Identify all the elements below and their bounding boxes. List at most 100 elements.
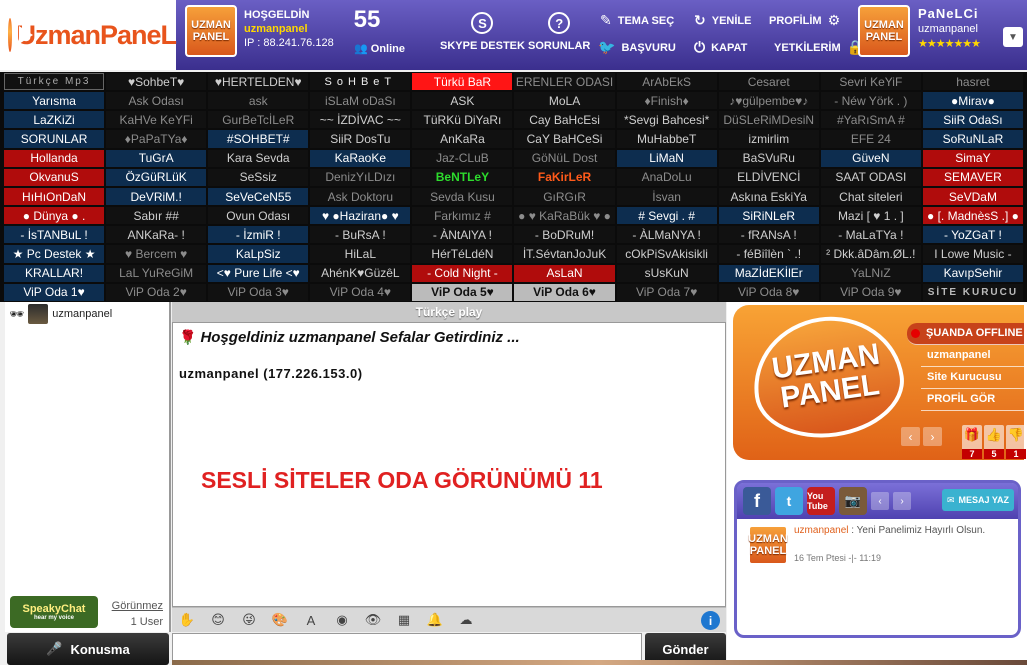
room-item[interactable]: İT.SévtanJoJuK	[514, 245, 615, 263]
room-item[interactable]: DüSLeRiMDesiN	[718, 111, 819, 129]
refresh-button[interactable]: ↻ YENİLE	[694, 12, 751, 29]
room-item[interactable]: ViP Oda 3♥	[208, 283, 309, 301]
chevron-right-icon[interactable]: ›	[923, 427, 942, 446]
room-item[interactable]: # Sevgi . #	[616, 207, 717, 225]
room-item[interactable]: AnKaRa	[412, 130, 513, 148]
room-item[interactable]: YaLNıZ	[820, 264, 921, 282]
like-button[interactable]: 👍 5	[984, 425, 1004, 459]
theme-button[interactable]: ✎ TEMA SEÇ	[600, 12, 674, 29]
info-icon[interactable]: i	[701, 611, 720, 630]
room-item[interactable]: ViP Oda 9♥	[820, 283, 921, 301]
room-item[interactable]: KaHVe KeYFi	[106, 111, 207, 129]
room-item[interactable]: AhénK♥GüzêL	[310, 264, 411, 282]
room-item[interactable]: GüveN	[820, 149, 921, 167]
room-item[interactable]: BeNTLeY	[412, 168, 513, 186]
hand-icon[interactable]: ✋	[178, 612, 196, 628]
room-item[interactable]: KaRaoKe	[310, 149, 411, 167]
room-item[interactable]: - Néw Yörk . )	[820, 92, 921, 110]
problems-button[interactable]: ? SORUNLAR	[528, 12, 590, 52]
room-item[interactable]: ANKaRa- !	[106, 226, 207, 244]
eye-icon[interactable]: 👁	[364, 612, 382, 628]
room-item[interactable]: TuGrA	[106, 149, 207, 167]
room-item[interactable]: *Sevgi Bahcesi*	[616, 111, 717, 129]
view-profile-link[interactable]: PROFİL GÖR	[921, 389, 1024, 411]
panel-avatar[interactable]: UZMAN PANEL	[858, 5, 910, 57]
bell-icon[interactable]: 🔔	[426, 612, 444, 628]
room-item[interactable]: hasret	[922, 73, 1023, 91]
room-item[interactable]: MoLA	[514, 92, 615, 110]
cloud-upload-icon[interactable]: ☁	[457, 612, 475, 628]
room-item[interactable]: Yarısma	[4, 92, 105, 110]
smiley-icon[interactable]: 😊	[209, 612, 227, 628]
room-item[interactable]: ● [. MadnèsS .] ●	[922, 207, 1023, 225]
room-item[interactable]: ~~ İZDİVAC ~~	[310, 111, 411, 129]
room-item[interactable]: ♥ ●Haziran● ♥	[310, 207, 411, 225]
facebook-icon[interactable]: f	[743, 487, 771, 515]
room-item[interactable]: SoRuNLaR	[922, 130, 1023, 148]
room-item[interactable]: ViP Oda 1♥	[4, 283, 105, 301]
room-item[interactable]: KavıpSehir	[922, 264, 1023, 282]
room-item[interactable]: MuHabbeT	[616, 130, 717, 148]
room-item[interactable]: CaY BaHCeSi	[514, 130, 615, 148]
applications-button[interactable]: 🐦 BAŞVURU	[598, 39, 676, 56]
room-item[interactable]: ArAbEkS	[616, 73, 717, 91]
room-item[interactable]: HiLaL	[310, 245, 411, 263]
room-item[interactable]: İsvan	[616, 187, 717, 206]
gift-button[interactable]: 🎁 7	[962, 425, 982, 459]
skype-support-button[interactable]: S SKYPE DESTEK	[440, 12, 525, 52]
room-item[interactable]: FaKirLeR	[514, 168, 615, 186]
room-item[interactable]: - ÀNtAlYA !	[412, 226, 513, 244]
room-item[interactable]: SAAT ODASI	[820, 168, 921, 186]
room-item[interactable]: Jaz-CLuB	[412, 149, 513, 167]
webcam-icon[interactable]: ◉	[333, 612, 351, 628]
room-item[interactable]: SimaY	[922, 149, 1023, 167]
room-item[interactable]: Ask Odası	[106, 92, 207, 110]
room-item[interactable]: - MaLaTYa !	[820, 226, 921, 244]
post-user[interactable]: uzmanpanel	[794, 525, 848, 536]
room-item[interactable]: KaLpSiz	[208, 245, 309, 263]
permissions-button[interactable]: YETKİLERİM 🔒	[774, 39, 864, 56]
room-item[interactable]: #SOHBET#	[208, 130, 309, 148]
room-item[interactable]: ★ Pc Destek ★	[4, 245, 105, 263]
twitter-icon[interactable]: t	[775, 487, 803, 515]
room-item[interactable]: MaZİdEKİlEr	[718, 264, 819, 282]
room-item[interactable]: - YoZGaT !	[922, 226, 1023, 244]
chevron-right-icon[interactable]: ›	[893, 492, 911, 510]
room-item[interactable]: cOkPiSvAkisikli	[616, 245, 717, 263]
room-item[interactable]: Kara Sevda	[208, 149, 309, 167]
room-item[interactable]: ♦PaPaTYa♦	[106, 130, 207, 148]
room-item[interactable]: ViP Oda 6♥	[514, 283, 615, 301]
room-item[interactable]: ask	[208, 92, 309, 110]
room-item[interactable]: - İsTANBuL !	[4, 226, 105, 244]
user-avatar[interactable]: UZMAN PANEL	[185, 5, 237, 57]
room-item[interactable]: - BuRsA !	[310, 226, 411, 244]
room-item[interactable]: Sevri KeYiF	[820, 73, 921, 91]
room-item[interactable]: ● ♥ KaRaBük ♥ ●	[514, 207, 615, 225]
grid-icon[interactable]: ▦	[395, 612, 413, 628]
room-item[interactable]: SeVDaM	[922, 187, 1023, 206]
close-button[interactable]: ⏻ KAPAT	[694, 39, 747, 56]
room-item[interactable]: SİTE KURUCU	[922, 283, 1023, 301]
room-item[interactable]: Ask Doktoru	[310, 187, 411, 206]
room-item[interactable]: AnaDoLu	[616, 168, 717, 186]
room-item[interactable]: SORUNLAR	[4, 130, 105, 148]
room-item[interactable]: Chat siteleri	[820, 187, 921, 206]
room-item[interactable]: SeVeCeN55	[208, 187, 309, 206]
palette-icon[interactable]: 🎨	[271, 612, 289, 628]
room-item[interactable]: SEMAVER	[922, 168, 1023, 186]
tongue-smiley-icon[interactable]: 😜	[240, 612, 258, 628]
room-item[interactable]: Hollanda	[4, 149, 105, 167]
dislike-button[interactable]: 👎 1	[1006, 425, 1026, 459]
room-item[interactable]: GöNüL Dost	[514, 149, 615, 167]
room-item[interactable]: TüRKü DiYaRı	[412, 111, 513, 129]
room-item[interactable]: ASK	[412, 92, 513, 110]
speakychat-logo[interactable]: SpeakyChat hear my voice	[10, 596, 98, 628]
room-item[interactable]: sUsKuN	[616, 264, 717, 282]
room-item[interactable]: ² Dkk.âDâm.ØL.!	[820, 245, 921, 263]
chevron-left-icon[interactable]: ‹	[871, 492, 889, 510]
talk-button[interactable]: 🎤 Konusma	[7, 633, 169, 665]
room-item[interactable]: ♥SohbeT♥	[106, 73, 207, 91]
room-item[interactable]: ♥HERTELDEN♥	[208, 73, 309, 91]
room-item[interactable]: KRALLAR!	[4, 264, 105, 282]
invisible-link[interactable]: Görünmez	[112, 600, 163, 612]
